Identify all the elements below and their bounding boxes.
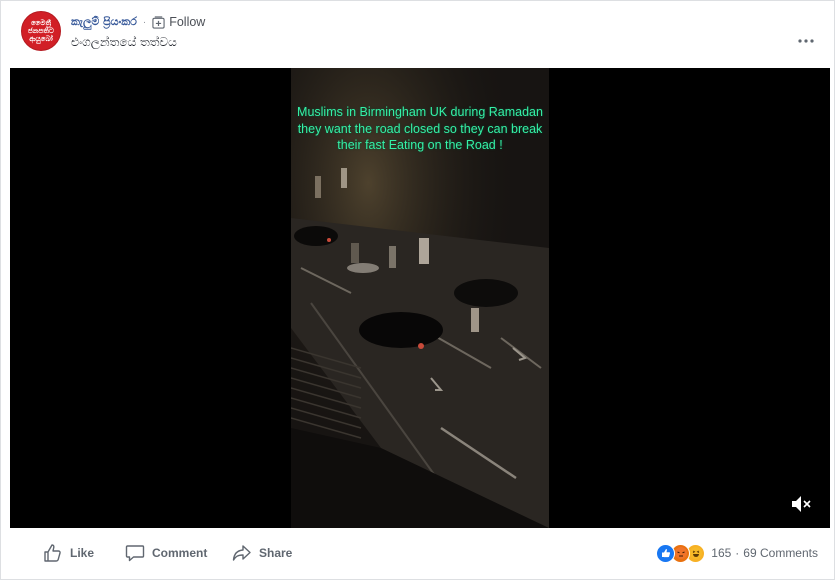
reaction-separator: · — [735, 546, 740, 560]
reaction-count: 165 — [711, 546, 732, 560]
avatar[interactable]: මෛත්‍රී ජනපතිට ආයුබෝ — [21, 11, 61, 51]
author-name[interactable]: කැලුම් ප්‍රියංකර — [71, 15, 137, 29]
muted-speaker-icon — [792, 496, 811, 512]
header-separator: · — [142, 16, 147, 28]
video-player[interactable]: Muslims in Birmingham UK during Ramadan … — [10, 68, 830, 528]
post-text: එංගලන්තයේ තත්වය — [71, 35, 177, 49]
like-label: Like — [70, 546, 95, 560]
more-icon — [798, 39, 814, 43]
share-icon — [232, 545, 251, 561]
share-label: Share — [259, 546, 293, 560]
video-frame: Muslims in Birmingham UK during Ramadan … — [291, 68, 549, 528]
like-reaction-icon — [656, 543, 676, 563]
thumbs-up-icon — [44, 544, 61, 562]
follow-icon — [152, 15, 165, 29]
post-card: මෛත්‍රී ජනපතිට ආයුබෝ කැලුම් ප්‍රියංකර · … — [0, 0, 835, 580]
comment-button[interactable]: Comment — [125, 542, 207, 564]
post-actions-bar: Like Comment Share 165 · 69 Comments — [1, 534, 835, 574]
avatar-text: මෛත්‍රී ජනපතිට ආයුබෝ — [28, 19, 54, 43]
follow-button[interactable]: Follow — [152, 15, 205, 29]
comment-label: Comment — [152, 546, 208, 560]
follow-label: Follow — [169, 15, 206, 29]
post-header: කැලුම් ප්‍රියංකර · Follow — [71, 13, 205, 31]
mute-button[interactable] — [790, 494, 812, 514]
more-options-button[interactable] — [796, 31, 816, 51]
reactions-summary[interactable]: 165 · 69 Comments — [656, 543, 818, 563]
video-caption: Muslims in Birmingham UK during Ramadan … — [297, 105, 543, 152]
share-button[interactable]: Share — [232, 542, 292, 564]
like-button[interactable]: Like — [43, 542, 94, 564]
comments-count-link[interactable]: 69 Comments — [743, 546, 818, 560]
comment-icon — [125, 545, 145, 562]
